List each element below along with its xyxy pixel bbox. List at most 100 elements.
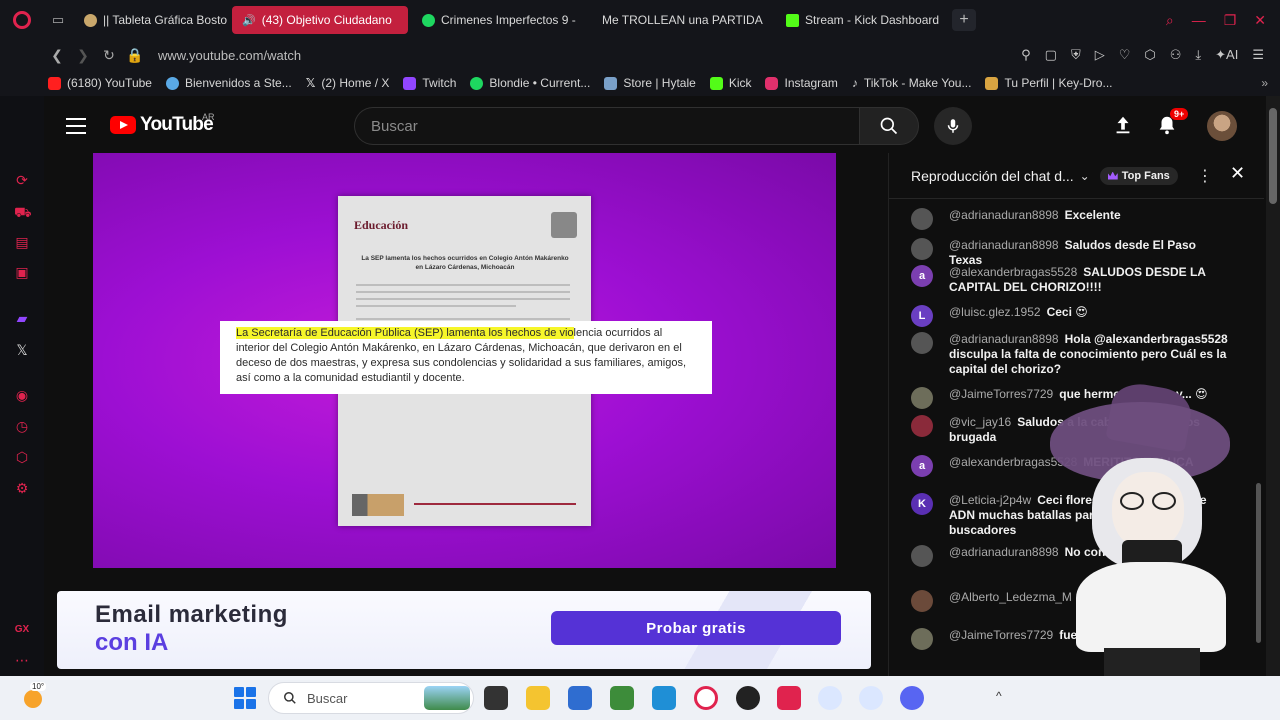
forward-icon[interactable]: ❯ bbox=[70, 47, 96, 64]
search-input[interactable]: Buscar bbox=[354, 107, 859, 145]
opera-gx-logo-icon[interactable] bbox=[0, 0, 44, 40]
bookmark-instagram[interactable]: Instagram bbox=[765, 76, 838, 90]
bookmark-x[interactable]: 𝕏 (2) Home / X bbox=[306, 76, 390, 90]
bookmark-keydrop[interactable]: Tu Perfil | Key-Dro... bbox=[985, 76, 1112, 90]
chat-title[interactable]: Reproducción del chat d... bbox=[911, 168, 1074, 184]
menu-icon[interactable]: ☰ bbox=[1252, 47, 1264, 63]
chat-avatar[interactable]: L bbox=[911, 305, 933, 327]
chat-scrollbar-thumb[interactable] bbox=[1256, 483, 1261, 643]
url-field[interactable]: www.youtube.com/watch bbox=[158, 48, 301, 63]
top-fans-chip[interactable]: Top Fans bbox=[1099, 166, 1178, 185]
minecraft-icon[interactable] bbox=[610, 686, 634, 710]
gx-control-icon[interactable]: ⟳ bbox=[14, 172, 30, 188]
snapshot-icon[interactable]: ▢ bbox=[1045, 47, 1057, 63]
obs-icon[interactable] bbox=[736, 686, 760, 710]
heart-icon[interactable]: ♡ bbox=[1119, 47, 1131, 63]
search-tabs-icon[interactable]: ⌕ bbox=[1166, 12, 1174, 29]
extensions-icon[interactable]: ⬡ bbox=[14, 449, 30, 465]
page-scrollbar[interactable] bbox=[1266, 96, 1280, 676]
chat-avatar[interactable] bbox=[911, 238, 933, 260]
tiktok-studio-icon[interactable] bbox=[777, 686, 801, 710]
gx-player-icon[interactable]: ▤ bbox=[14, 234, 30, 250]
twitch-icon[interactable]: ▰ bbox=[14, 310, 30, 326]
bookmark-steam[interactable]: Bienvenidos a Ste... bbox=[165, 76, 292, 90]
bookmark-twitch[interactable]: Twitch bbox=[403, 76, 456, 90]
system-tray-chevron-icon[interactable]: ^ bbox=[996, 689, 1002, 703]
minimize-icon[interactable]: — bbox=[1192, 12, 1206, 29]
windows-start-icon[interactable] bbox=[234, 687, 256, 709]
tab-kick-dashboard[interactable]: Stream - Kick Dashboard bbox=[776, 6, 946, 34]
bookmark-hytale[interactable]: Store | Hytale bbox=[604, 76, 696, 90]
search-highlight-icon[interactable] bbox=[424, 686, 470, 710]
more-options-icon[interactable]: ⋮ bbox=[1197, 166, 1213, 186]
new-tab-button[interactable]: + bbox=[952, 9, 976, 31]
chat-avatar[interactable] bbox=[911, 387, 933, 409]
discord-icon[interactable] bbox=[900, 686, 924, 710]
chat-avatar[interactable] bbox=[911, 208, 933, 230]
x-icon[interactable]: 𝕏 bbox=[14, 342, 30, 358]
reload-icon[interactable]: ↻ bbox=[96, 47, 122, 64]
chat-avatar[interactable] bbox=[911, 590, 933, 612]
chat-avatar[interactable]: a bbox=[911, 455, 933, 477]
bookmark-youtube[interactable]: (6180) YouTube bbox=[48, 76, 152, 90]
task-view-icon[interactable] bbox=[484, 686, 508, 710]
close-window-icon[interactable]: ✕ bbox=[1254, 12, 1266, 29]
tab-objetivo-ciudadano[interactable]: 🔊 (43) Objetivo Ciudadano bbox=[44, 6, 1280, 676]
photos-icon[interactable] bbox=[652, 686, 676, 710]
audio-playing-icon[interactable]: 🔊 bbox=[242, 14, 256, 27]
ad-banner[interactable]: Email marketing con IA Probar gratis bbox=[57, 591, 871, 669]
weather-widget[interactable]: 10° bbox=[22, 682, 48, 710]
bookmark-kick[interactable]: Kick bbox=[709, 76, 751, 90]
maximize-icon[interactable]: ❐ bbox=[1224, 12, 1237, 29]
more-icon[interactable]: ⋯ bbox=[14, 652, 30, 668]
upload-icon[interactable] bbox=[1112, 114, 1134, 136]
account-icon[interactable]: ⚇ bbox=[1170, 47, 1182, 63]
vtube-app-icon[interactable] bbox=[818, 686, 842, 710]
opera-gx-taskbar-icon[interactable] bbox=[694, 686, 718, 710]
youtube-logo[interactable]: YouTube bbox=[110, 114, 214, 136]
notifications-badge: 9+ bbox=[1170, 108, 1189, 120]
kick-icon bbox=[786, 13, 799, 27]
player-icon[interactable]: ◉ bbox=[14, 387, 30, 403]
search-button[interactable] bbox=[859, 107, 919, 145]
ad-cta-button[interactable]: Probar gratis bbox=[551, 611, 841, 645]
tab-crimenes-imperfectos[interactable]: Crimenes Imperfectos 9 - bbox=[412, 6, 588, 34]
youtube-play-icon bbox=[110, 116, 136, 134]
user-avatar[interactable] bbox=[1207, 111, 1237, 141]
play-icon[interactable]: ▷ bbox=[1095, 47, 1105, 63]
chat-avatar[interactable] bbox=[911, 332, 933, 354]
chat-avatar[interactable]: a bbox=[911, 265, 933, 287]
microsoft-store-icon[interactable] bbox=[568, 686, 592, 710]
chevron-down-icon[interactable]: ⌄ bbox=[1080, 169, 1090, 183]
shield-icon[interactable]: ⛨ bbox=[1071, 47, 1081, 63]
page-scrollbar-thumb[interactable] bbox=[1269, 108, 1277, 204]
tab-me-trollean[interactable]: Me TROLLEAN una PARTIDA bbox=[44, 6, 1280, 676]
vtube-app-2-icon[interactable] bbox=[859, 686, 883, 710]
voice-search-button[interactable] bbox=[934, 107, 972, 145]
settings-icon[interactable]: ⚙ bbox=[14, 480, 30, 496]
bookmark-tiktok[interactable]: ♪ TikTok - Make You... bbox=[852, 76, 972, 90]
extensions-icon[interactable]: ⬡ bbox=[1144, 47, 1155, 63]
chat-avatar[interactable]: K bbox=[911, 493, 933, 515]
lock-icon[interactable]: 🔒 bbox=[122, 47, 148, 64]
tab-tableta[interactable]: || Tableta Gráfica Bosto 12 bbox=[74, 6, 228, 34]
gx-corner-icon[interactable]: ⛟ bbox=[14, 204, 32, 220]
close-icon[interactable]: ✕ bbox=[1230, 163, 1245, 184]
tab-overview-icon[interactable]: ▭ bbox=[44, 12, 72, 28]
chat-avatar[interactable] bbox=[911, 545, 933, 567]
back-icon[interactable]: ❮ bbox=[44, 47, 70, 64]
gx-badge-icon[interactable]: GX bbox=[14, 622, 30, 638]
chat-scrollbar[interactable] bbox=[1256, 208, 1262, 670]
messenger-icon[interactable]: ▣ bbox=[14, 264, 30, 280]
chat-avatar[interactable] bbox=[911, 628, 933, 650]
chat-avatar[interactable] bbox=[911, 415, 933, 437]
history-icon[interactable]: ◷ bbox=[14, 418, 30, 434]
video-player[interactable]: Educación La SEP lamenta los hechos ocur… bbox=[93, 153, 836, 568]
bookmark-spotify[interactable]: Blondie • Current... bbox=[470, 76, 590, 90]
hamburger-menu-icon[interactable] bbox=[66, 118, 86, 139]
bookmarks-overflow-icon[interactable]: » bbox=[1261, 76, 1280, 90]
download-icon[interactable]: ⤓ bbox=[1195, 47, 1201, 63]
ai-button[interactable]: ✦AI bbox=[1215, 47, 1238, 63]
file-explorer-icon[interactable] bbox=[526, 686, 550, 710]
pin-icon[interactable]: ⚲ bbox=[1021, 47, 1031, 63]
